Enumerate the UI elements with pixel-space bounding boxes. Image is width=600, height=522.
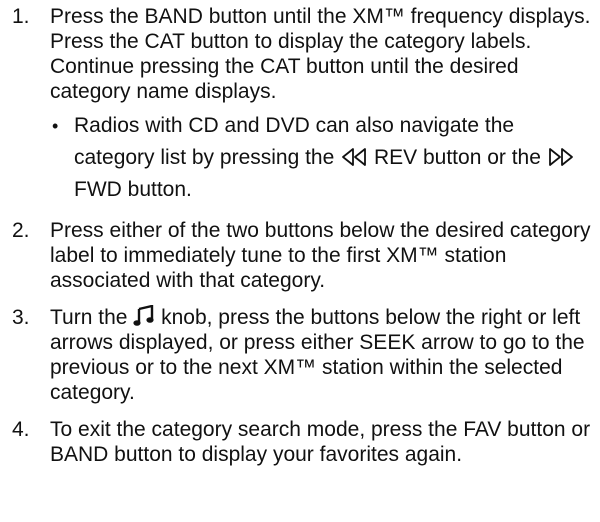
rewind-icon: [340, 147, 368, 167]
step-number: 1.: [12, 5, 30, 28]
bullet-text-part: FWD button.: [74, 178, 192, 201]
step-text: To exit the category search mode, press …: [50, 418, 591, 466]
fast-forward-icon: [547, 147, 575, 167]
step-text-part: Turn the: [50, 306, 134, 329]
step-number: 3.: [12, 306, 30, 329]
step-text: Turn the knob, press the buttons below t…: [50, 305, 592, 405]
step-number: 2.: [12, 219, 30, 242]
step-3: 3. Turn the knob, press the buttons belo…: [12, 305, 592, 405]
bullet-icon: •: [52, 116, 59, 136]
step-number: 4.: [12, 418, 30, 441]
step-text: Press the BAND button until the XM™ freq…: [50, 5, 591, 103]
music-note-icon: [133, 305, 155, 327]
instruction-list: 1. Press the BAND button until the XM™ f…: [0, 0, 600, 467]
step-4: 4. To exit the category search mode, pre…: [12, 417, 592, 467]
bullet-item: • Radios with CD and DVD can also naviga…: [50, 110, 592, 206]
bullet-text-part: REV button or the: [368, 146, 547, 169]
step-2: 2. Press either of the two buttons below…: [12, 218, 592, 293]
step-1: 1. Press the BAND button until the XM™ f…: [12, 4, 592, 206]
step-text: Press either of the two buttons below th…: [50, 219, 591, 292]
